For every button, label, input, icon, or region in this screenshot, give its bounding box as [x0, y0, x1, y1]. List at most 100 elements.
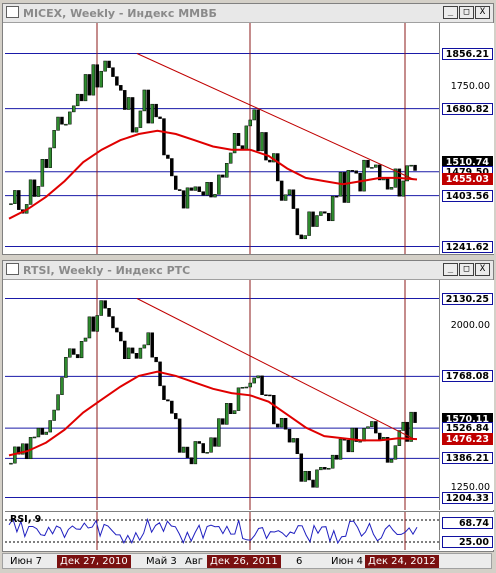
candle-body [32, 436, 37, 439]
candle-body [295, 208, 300, 236]
candle-body [413, 164, 417, 171]
candle-body [115, 76, 119, 86]
candle-body [213, 437, 217, 447]
moving-average-line [8, 370, 418, 457]
candle-body [193, 186, 198, 191]
candle-body [275, 423, 280, 428]
candle-body [213, 194, 217, 198]
price-label: 1856.21 [442, 47, 493, 60]
candle-body [299, 234, 304, 240]
date-label: Дек 24, 2012 [365, 555, 439, 568]
candle-body [99, 300, 103, 316]
candle-body [201, 443, 205, 454]
candle-body [142, 89, 147, 112]
rtsi-titlebar[interactable]: RTSI, Weekly - Индекс РТС _ □ X [3, 261, 493, 280]
candle-body [146, 332, 151, 346]
candle-body [393, 445, 398, 460]
minimize-button[interactable]: _ [443, 263, 458, 276]
candle-body [307, 211, 311, 236]
candle-body [366, 426, 370, 429]
candle-body [48, 147, 52, 168]
candle-body [154, 356, 158, 363]
candle-body [87, 74, 92, 96]
candle-body [256, 109, 260, 152]
candle-body [111, 316, 115, 329]
rsi-chart [5, 512, 439, 550]
candle-body [326, 212, 331, 222]
candle-body [236, 387, 241, 411]
candle-body [122, 90, 127, 110]
candle-body [221, 174, 225, 178]
candle-body [130, 347, 135, 354]
candle-body [283, 417, 288, 430]
close-button[interactable]: X [475, 263, 490, 276]
candle-body [370, 421, 374, 427]
candle-body [32, 179, 37, 197]
price-label: 2000.00 [450, 320, 490, 332]
micex-price-axis: 1856.21 1750.00 1680.82 1510.74 1479.50 1455.… [439, 23, 494, 254]
candle-body [374, 421, 378, 434]
candle-body [138, 347, 143, 359]
candle-body [83, 74, 88, 102]
candle-body [166, 154, 170, 159]
candle-body [319, 211, 323, 216]
candle-body [205, 452, 209, 454]
candle-body [346, 170, 351, 203]
candle-body [240, 387, 245, 389]
rsi-value-label: 68.74 [442, 517, 493, 529]
chart-icon [6, 6, 19, 18]
candle-body [311, 479, 315, 488]
candle-body [181, 190, 186, 209]
candle-body [64, 123, 68, 126]
candle-body [374, 164, 378, 168]
candle-body [279, 417, 284, 428]
candle-body [326, 467, 331, 470]
candle-body [115, 327, 119, 333]
candle-body [330, 454, 335, 469]
date-label: Дек 27, 2010 [57, 555, 131, 568]
candle-body [401, 421, 406, 431]
micex-candlestick-chart [5, 23, 439, 254]
candle-body [205, 182, 209, 196]
candle-body [177, 418, 182, 453]
date-label: Авг [185, 556, 203, 567]
micex-chart-window[interactable]: MICEX, Weekly - Индекс ММВБ _ □ X 1856.2… [2, 3, 494, 255]
candle-body [28, 437, 33, 460]
candle-body [299, 453, 304, 482]
candle-body [162, 385, 166, 400]
candle-body [75, 93, 80, 107]
candle-body [95, 315, 100, 332]
candle-body [87, 316, 92, 339]
close-button[interactable]: X [475, 6, 490, 19]
date-label: 6 [296, 556, 303, 567]
price-label: 2130.25 [442, 292, 493, 305]
candle-body [217, 418, 221, 447]
candle-body [385, 177, 390, 190]
rtsi-candlestick-chart [5, 280, 439, 510]
maximize-button[interactable]: □ [459, 263, 474, 276]
rtsi-chart-window[interactable]: RTSI, Weekly - Индекс РТС _ □ X 2130.25 2… [2, 260, 494, 552]
candle-body [252, 109, 256, 121]
candle-body [130, 97, 135, 133]
candle-body [370, 167, 374, 169]
candle-body [401, 180, 406, 197]
micex-price-plot[interactable] [5, 23, 439, 254]
price-label: 1386.21 [442, 452, 493, 465]
rtsi-price-plot[interactable] [5, 280, 439, 510]
maximize-button[interactable]: □ [459, 6, 474, 19]
candle-body [217, 174, 221, 195]
candle-body [107, 307, 111, 317]
rsi-panel[interactable]: RSI, 9 [5, 511, 439, 550]
candle-body [389, 187, 394, 190]
micex-titlebar[interactable]: MICEX, Weekly - Индекс ММВБ _ □ X [3, 4, 493, 23]
candle-body [354, 170, 358, 174]
candle-body [71, 348, 76, 355]
candle-body [181, 446, 186, 453]
candle-body [44, 431, 49, 435]
minimize-button[interactable]: _ [443, 6, 458, 19]
candle-body [244, 125, 249, 150]
candle-body [13, 190, 17, 204]
candle-body [36, 186, 41, 197]
candle-body [248, 119, 253, 127]
candle-body [295, 438, 300, 454]
